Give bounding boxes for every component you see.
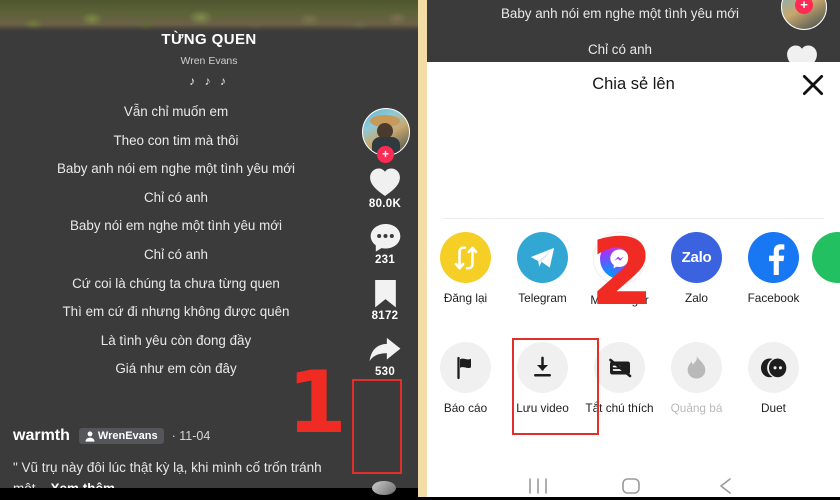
share-button-highlight-box bbox=[352, 379, 402, 474]
share-target-label: Zalo bbox=[685, 291, 708, 305]
repost-icon bbox=[454, 245, 477, 270]
like-count: 80.0K bbox=[368, 198, 402, 210]
tiktok-video-panel[interactable]: TỪNG QUEN Wren Evans ♪ ♪ ♪ Vẫn chỉ muốn … bbox=[0, 0, 418, 500]
comment-icon bbox=[370, 224, 400, 252]
heart-icon bbox=[370, 168, 400, 197]
music-note-icon: ♪ ♪ ♪ bbox=[189, 74, 229, 88]
telegram-icon-circle bbox=[517, 232, 568, 283]
action-promote[interactable]: Quảng bá bbox=[658, 342, 735, 416]
share-arrow-icon bbox=[369, 337, 401, 362]
comment-button[interactable]: 231 bbox=[355, 222, 415, 266]
video-background-image bbox=[0, 0, 418, 32]
lyric-line: Thì em cứ đi nhưng không được quên bbox=[62, 304, 290, 320]
action-rail: + 80.0K 231 8172 530 bbox=[355, 108, 415, 378]
follow-plus-icon[interactable]: + bbox=[377, 146, 394, 163]
action-label: Báo cáo bbox=[443, 401, 488, 415]
share-sheet-title: Chia sẻ lên bbox=[592, 75, 675, 93]
post-date: · 11-04 bbox=[171, 429, 211, 443]
video-preview-strip: Baby anh nói em nghe một tình yêu mới Ch… bbox=[427, 0, 840, 74]
facebook-icon bbox=[768, 243, 784, 275]
annotation-number-2: 2 bbox=[590, 219, 655, 326]
share-sheet-panel[interactable]: Baby anh nói em nghe một tình yêu mới Ch… bbox=[427, 0, 840, 500]
song-artist: Wren Evans bbox=[180, 55, 238, 67]
share-target-partial[interactable] bbox=[812, 232, 840, 308]
android-navbar bbox=[427, 470, 840, 500]
preview-lyric-bottom: Chỉ có anh bbox=[587, 42, 653, 57]
action-report[interactable]: Báo cáo bbox=[427, 342, 504, 416]
lyric-line: Chỉ có anh bbox=[143, 246, 209, 262]
lyric-line: Là tình yêu còn đong đầy bbox=[100, 332, 252, 348]
share-actions-row-2: Báo cáo Lưu video Tắt chú thích Quảng bá… bbox=[427, 342, 840, 416]
lyrics-container: Vẫn chỉ muốn em Theo con tim mà thôi Bab… bbox=[0, 98, 352, 384]
screenshot-root: TỪNG QUEN Wren Evans ♪ ♪ ♪ Vẫn chỉ muốn … bbox=[0, 0, 840, 500]
close-icon[interactable] bbox=[800, 72, 826, 98]
captions-off-icon bbox=[608, 358, 631, 377]
duet-icon bbox=[760, 358, 787, 377]
share-target-repost[interactable]: Đăng lại bbox=[427, 232, 504, 308]
username-label[interactable]: warmth bbox=[13, 427, 70, 445]
lyric-line: Vẫn chỉ muốn em bbox=[123, 104, 229, 119]
panel-divider bbox=[418, 0, 427, 500]
bookmark-button[interactable]: 8172 bbox=[355, 278, 415, 322]
telegram-icon bbox=[530, 247, 555, 268]
music-chip-label: WrenEvans bbox=[97, 430, 158, 442]
share-sheet: Chia sẻ lên Đăng lại Telegram Messenger … bbox=[427, 62, 840, 500]
share-button[interactable]: 530 bbox=[355, 334, 415, 378]
lyric-line: Baby anh nói em nghe một tình yêu mới bbox=[56, 161, 296, 177]
share-target-label: Facebook bbox=[747, 291, 800, 305]
lyric-line: Baby nói em nghe một tình yêu mới bbox=[70, 218, 282, 234]
lyric-line: Chỉ có anh bbox=[143, 189, 209, 205]
flame-icon bbox=[687, 356, 706, 379]
share-target-facebook[interactable]: Facebook bbox=[735, 232, 812, 308]
lyric-line: Cứ coi là chúng ta chưa từng quen bbox=[72, 275, 280, 291]
share-target-label: Telegram bbox=[518, 291, 567, 305]
bookmark-icon bbox=[374, 279, 396, 308]
flag-icon-circle bbox=[440, 342, 491, 393]
preview-lyric-top: Baby anh nói em nghe một tình yêu mới bbox=[500, 6, 740, 21]
flame-icon-circle bbox=[671, 342, 722, 393]
like-button[interactable]: 80.0K bbox=[355, 166, 415, 210]
comment-count: 231 bbox=[374, 254, 396, 266]
lyric-line: Theo con tim mà thôi bbox=[113, 132, 239, 148]
person-icon bbox=[85, 431, 95, 442]
bookmark-count: 8172 bbox=[371, 310, 399, 322]
save-video-highlight-box bbox=[512, 338, 599, 435]
back-icon[interactable] bbox=[717, 478, 735, 494]
recents-icon[interactable] bbox=[527, 478, 549, 494]
flag-icon bbox=[456, 356, 471, 379]
partial-green-icon-circle bbox=[812, 232, 840, 283]
action-label: Duet bbox=[761, 401, 786, 415]
song-title: TỪNG QUEN bbox=[161, 31, 257, 48]
zalo-icon-circle: Zalo bbox=[671, 232, 722, 283]
home-icon[interactable] bbox=[620, 478, 642, 494]
video-meta-row: warmth WrenEvans · 11-04 bbox=[13, 427, 210, 445]
music-disc-icon bbox=[372, 481, 396, 495]
duet-icon-circle bbox=[748, 342, 799, 393]
action-duet[interactable]: Duet bbox=[735, 342, 812, 416]
music-chip[interactable]: WrenEvans bbox=[78, 428, 164, 444]
zalo-icon: Zalo bbox=[681, 249, 712, 266]
avatar-button[interactable]: + bbox=[362, 108, 410, 163]
annotation-number-1: 1 bbox=[287, 353, 347, 453]
action-label: Quảng bá bbox=[670, 401, 723, 415]
share-count: 530 bbox=[374, 366, 396, 378]
share-target-telegram[interactable]: Telegram bbox=[504, 232, 581, 308]
share-target-label: Đăng lại bbox=[443, 291, 488, 305]
captions-off-icon-circle bbox=[594, 342, 645, 393]
share-target-zalo[interactable]: Zalo Zalo bbox=[658, 232, 735, 308]
facebook-icon-circle bbox=[748, 232, 799, 283]
repost-icon-circle bbox=[440, 232, 491, 283]
